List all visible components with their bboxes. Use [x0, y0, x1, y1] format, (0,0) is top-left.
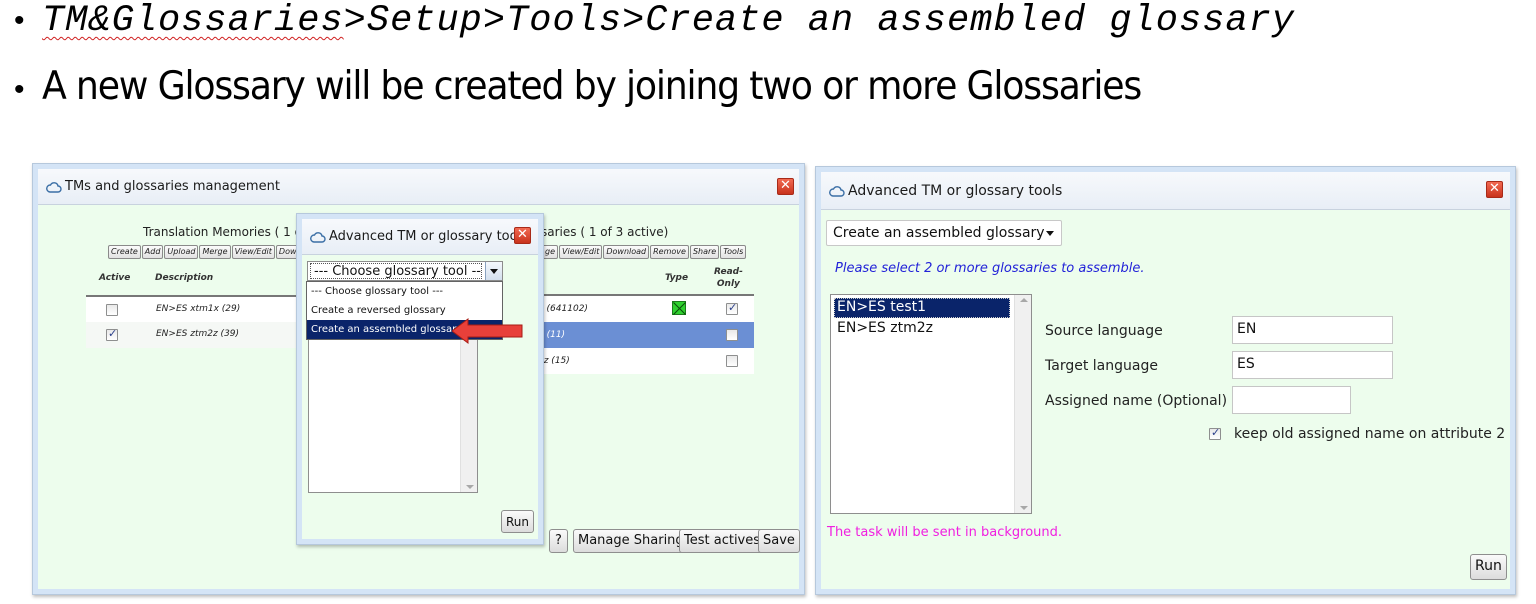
glossary-read-only-checkbox[interactable] [726, 355, 738, 367]
target-language-label: Target language [1045, 358, 1158, 374]
table-row[interactable]: E (641102) [538, 296, 754, 322]
glossary-section-title: saries ( 1 of 3 active) [541, 225, 669, 239]
advanced-tools-window: Advanced TM or glossary tools ✕ Create a… [815, 166, 1516, 595]
bullet-dot: • [14, 4, 25, 37]
background-task-note: The task will be sent in background. [827, 525, 1063, 540]
glossary-read-only-checkbox[interactable] [726, 301, 738, 315]
red-arrow-icon [452, 318, 523, 344]
menu-path-rest: >Setup>Tools>Create an assembled glossar… [343, 0, 1296, 42]
glossary-toolbar: ge View/Edit Download Remove Share Tools [542, 245, 747, 259]
tm-description: EN>ES ztm2z (39) [156, 329, 240, 339]
bullet-description: • A new Glossary will be created by join… [14, 64, 1224, 109]
popup-run-button[interactable]: Run [501, 510, 535, 533]
glossary-col-type: Type [665, 273, 689, 283]
tm-active-checkbox[interactable] [106, 327, 118, 341]
popup-title: Advanced TM or glossary tools [329, 229, 528, 244]
cloud-icon [310, 231, 326, 243]
window-titlebar[interactable]: TMs and glossaries management [38, 169, 799, 205]
select-glossaries-hint: Please select 2 or more glossaries to as… [835, 261, 1145, 276]
tm-toolbar: Create Add Upload Merge View/Edit Downlo [108, 245, 312, 259]
bullet-dot: • [14, 73, 25, 106]
scroll-down-icon[interactable] [1020, 506, 1028, 510]
glossary-description: E (641102) [538, 304, 588, 314]
tm-upload-button[interactable]: Upload [164, 245, 199, 259]
glossary-type-icon [672, 301, 686, 315]
source-language-label: Source language [1045, 323, 1163, 339]
glossary-listbox[interactable]: EN>ES test1 EN>ES ztm2z [830, 294, 1032, 514]
assigned-name-label: Assigned name (Optional) [1045, 393, 1228, 409]
bullet-menu-path: • TM&Glossaries>Setup>Tools>Create an as… [14, 0, 1295, 42]
listbox-scrollbar[interactable] [1014, 295, 1031, 513]
window-titlebar[interactable]: Advanced TM or glossary tools [821, 172, 1510, 210]
popup-titlebar[interactable]: Advanced TM or glossary tools [302, 219, 538, 255]
option-choose-tool[interactable]: --- Choose glossary tool --- [307, 282, 502, 301]
menu-path-text: TM&Glossaries>Setup>Tools>Create an asse… [42, 0, 1295, 42]
combo-value: --- Choose glossary tool --- [310, 263, 482, 279]
window-title: TMs and glossaries management [65, 179, 280, 194]
glossary-download-button[interactable]: Download [603, 245, 650, 259]
scroll-down-icon[interactable] [466, 485, 474, 489]
read-only-line1: Read- [714, 267, 743, 277]
help-button[interactable]: ? [549, 529, 568, 553]
chevron-down-icon[interactable] [485, 262, 502, 280]
glossary-list-item[interactable]: EN>ES ztm2z [834, 319, 1010, 339]
menu-path-root: TM&Glossaries [42, 0, 344, 42]
target-language-field[interactable]: ES [1232, 351, 1393, 379]
window-title: Advanced TM or glossary tools [848, 182, 1063, 199]
close-icon[interactable]: ✕ [1486, 181, 1503, 198]
chevron-down-icon [1046, 231, 1054, 240]
tool-select-value: Create an assembled glossary [833, 225, 1045, 241]
tm-create-button[interactable]: Create [108, 245, 141, 259]
tm-col-active: Active [99, 273, 131, 283]
run-button[interactable]: Run [1470, 554, 1507, 580]
tm-view-edit-button[interactable]: View/Edit [231, 245, 275, 259]
glossary-col-read-only: Read- Only [714, 266, 743, 290]
tool-select[interactable]: Create an assembled glossary [826, 220, 1062, 246]
tm-description: EN>ES xtm1x (29) [156, 304, 241, 314]
glossary-read-only-checkbox[interactable] [726, 329, 738, 341]
close-icon[interactable]: ✕ [514, 227, 531, 244]
read-only-line2: Only [716, 279, 740, 289]
table-row[interactable]: EN>ES ztm2z (39) [86, 322, 306, 348]
assigned-name-field[interactable] [1232, 386, 1351, 414]
table-row[interactable]: 2z (15) [538, 348, 754, 374]
glossary-share-button[interactable]: Share [689, 245, 720, 259]
keep-old-name-label: keep old assigned name on attribute 2 [1234, 426, 1506, 442]
glossary-list-item[interactable]: EN>ES test1 [834, 298, 1010, 318]
scroll-up-icon[interactable] [1020, 298, 1028, 302]
glossary-tools-button[interactable]: Tools [720, 245, 747, 259]
table-row[interactable]: EN>ES xtm1x (29) [86, 297, 306, 323]
keep-old-name-checkbox[interactable] [1209, 426, 1221, 440]
cloud-icon [46, 181, 62, 193]
tm-add-button[interactable]: Add [141, 245, 164, 259]
source-language-field[interactable]: EN [1232, 316, 1393, 344]
description-text: A new Glossary will be created by joinin… [42, 64, 1142, 109]
glossary-merge-button[interactable]: ge [542, 245, 558, 259]
test-actives-button[interactable]: Test actives [679, 529, 766, 553]
glossary-remove-button[interactable]: Remove [650, 245, 689, 259]
save-button[interactable]: Save [758, 529, 800, 553]
glossary-view-edit-button[interactable]: View/Edit [559, 245, 603, 259]
cloud-icon [829, 185, 845, 197]
tm-merge-button[interactable]: Merge [199, 245, 231, 259]
close-icon[interactable]: ✕ [777, 178, 794, 195]
manage-sharing-button[interactable]: Manage Sharing [573, 529, 689, 553]
tm-col-description: Description [155, 273, 214, 283]
advanced-tools-popup: Advanced TM or glossary tools ✕ --- Choo… [296, 213, 544, 545]
window-client-area: Create an assembled glossary Please sele… [821, 210, 1510, 589]
tm-active-checkbox[interactable] [106, 304, 118, 316]
popup-client-area: --- Choose glossary tool --- --- Choose … [302, 255, 538, 539]
glossary-tool-combo[interactable]: --- Choose glossary tool --- [307, 261, 503, 281]
tm-section-title: Translation Memories ( 1 o [143, 225, 302, 239]
table-row[interactable]: 1 (11) [538, 322, 754, 348]
